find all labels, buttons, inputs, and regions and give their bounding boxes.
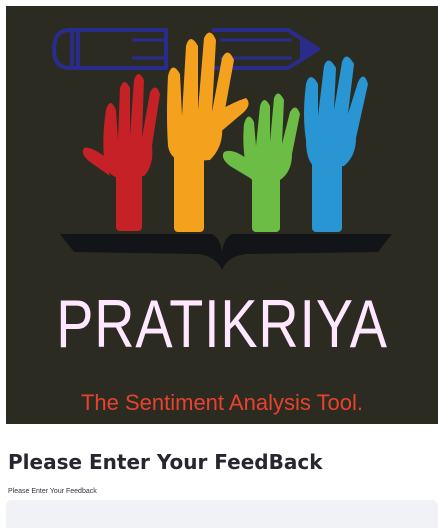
orange-hand-icon: [167, 32, 249, 232]
page-title: Please Enter Your FeedBack: [8, 450, 323, 474]
tagline: The Sentiment Analysis Tool.: [80, 390, 364, 415]
red-hand-icon: [82, 74, 160, 231]
open-book-icon: [60, 234, 392, 270]
brand-name: PRATIKRIYA: [56, 286, 388, 362]
feedback-field-label: Please Enter Your Feedback: [8, 488, 97, 495]
blue-hand-icon: [304, 56, 368, 232]
feedback-input[interactable]: [6, 500, 438, 528]
banner-logo: PRATIKRIYA The Sentiment Analysis Tool.: [6, 6, 438, 424]
